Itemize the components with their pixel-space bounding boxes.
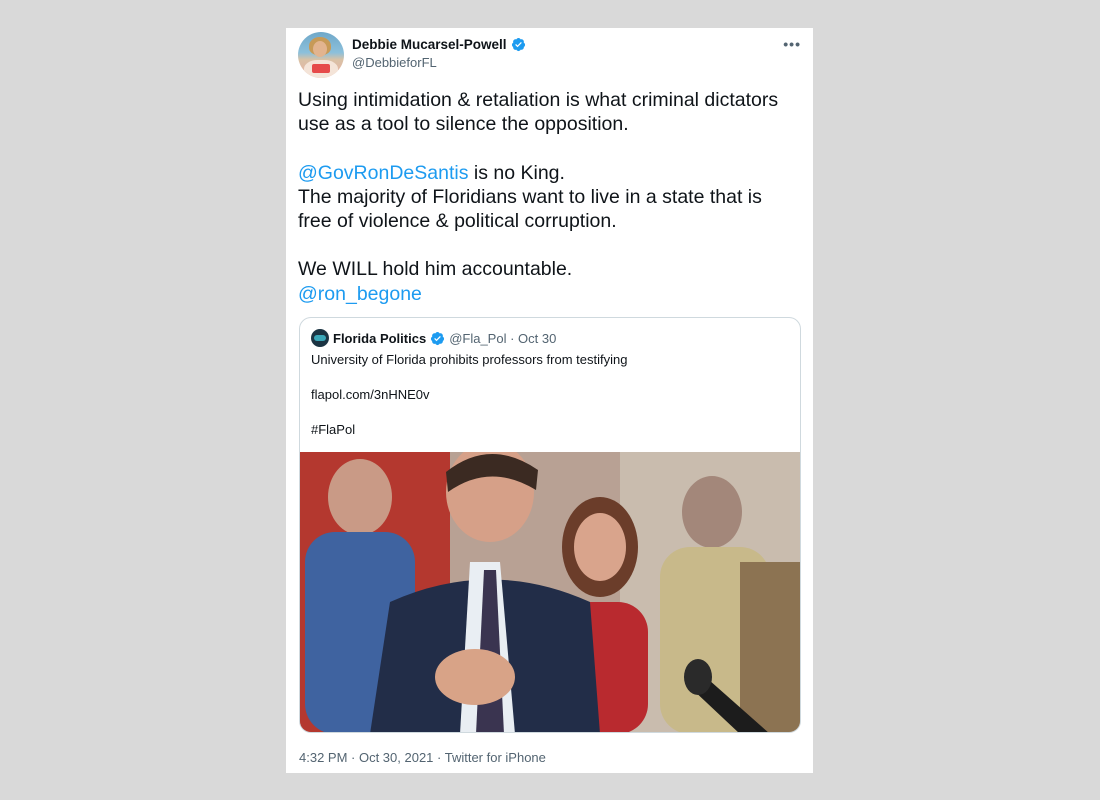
tweet-timestamp[interactable]: 4:32 PM · Oct 30, 2021 · Twitter for iPh… [299, 750, 546, 765]
press-conference-photo [300, 452, 800, 732]
tweet-header: Debbie Mucarsel-Powell @DebbieforFL ••• [298, 32, 801, 82]
tweet-line-1: Using intimidation & retaliation is what… [298, 89, 779, 136]
quoted-avatar[interactable] [311, 329, 329, 347]
quoted-header: Florida Politics @Fla_Pol · Oct 30 [311, 329, 556, 347]
mention-ron-begone[interactable]: @ron_begone [298, 283, 422, 305]
quoted-link[interactable]: flapol.com/3nHNE0v [311, 386, 791, 403]
tweet-line-4: We WILL hold him accountable. [298, 258, 573, 281]
author-handle[interactable]: @DebbieforFL [352, 55, 526, 70]
author-names: Debbie Mucarsel-Powell @DebbieforFL [352, 37, 526, 70]
quoted-photo[interactable] [300, 452, 800, 732]
quoted-body: University of Florida prohibits professo… [311, 351, 791, 438]
quoted-tweet[interactable]: Florida Politics @Fla_Pol · Oct 30 Unive… [299, 317, 801, 733]
author-display-name[interactable]: Debbie Mucarsel-Powell [352, 37, 507, 52]
quoted-headline: University of Florida prohibits professo… [311, 352, 628, 367]
quoted-display-name[interactable]: Florida Politics [333, 331, 426, 346]
tweet-line-5: @ron_begone [298, 282, 798, 306]
avatar-face [313, 41, 327, 57]
mention-govrondesantis[interactable]: @GovRonDeSantis [298, 162, 468, 184]
quoted-handle-date[interactable]: @Fla_Pol · Oct 30 [449, 331, 556, 346]
verified-badge-icon [511, 37, 525, 52]
author-name-row: Debbie Mucarsel-Powell [352, 37, 526, 52]
author-avatar[interactable] [298, 32, 344, 78]
tweet-text: Using intimidation & retaliation is what… [298, 88, 798, 306]
tweet-line-3: The majority of Floridians want to live … [298, 185, 762, 233]
more-horizontal-icon[interactable]: ••• [783, 36, 801, 52]
tweet-line-2: @GovRonDeSantis is no King. [298, 161, 798, 185]
tweet-line-2-rest: is no King. [468, 161, 565, 184]
avatar-shirt-tag [312, 64, 330, 73]
quoted-hashtag[interactable]: #FlaPol [311, 421, 791, 438]
tweet-card: Debbie Mucarsel-Powell @DebbieforFL ••• … [286, 28, 813, 773]
quoted-verified-badge-icon [431, 331, 445, 345]
